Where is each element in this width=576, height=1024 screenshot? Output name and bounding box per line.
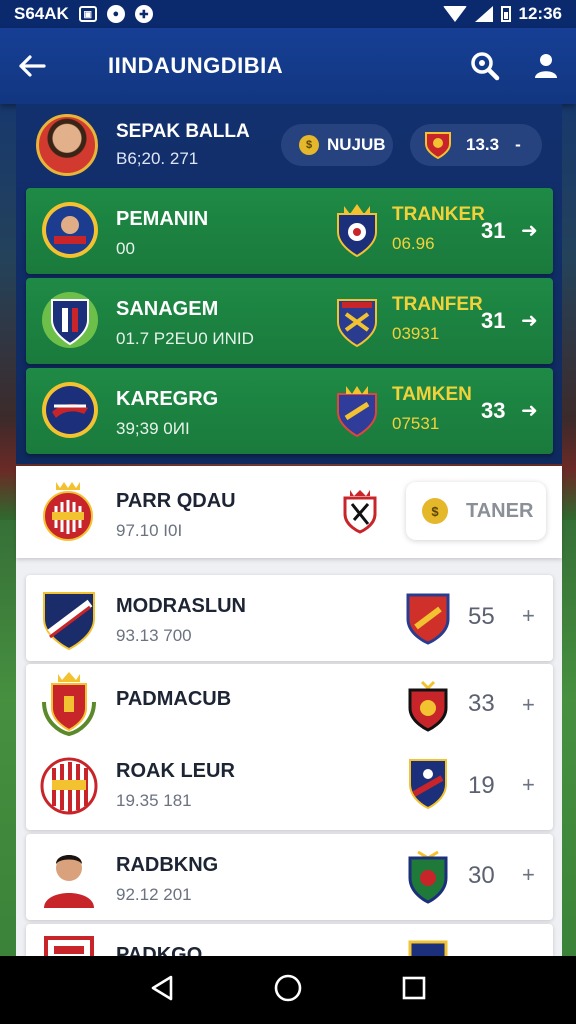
row-score: 31 (481, 218, 506, 243)
row-score: 30 (468, 862, 495, 889)
club-pill-suffix: - (515, 135, 521, 154)
coin-icon: $ (422, 498, 448, 524)
club-pill[interactable]: 13.3 - (410, 124, 542, 166)
row-name: PARR QDAU (116, 490, 236, 512)
profile-name: SEPAK BALLA (116, 121, 250, 142)
gallery-notification-icon: ▣ (78, 6, 97, 22)
list-group: PADMACUB 33 + ROAK LEUR 19.35 181 19 + (26, 664, 553, 830)
system-nav-bar (0, 956, 576, 1024)
player-avatar (36, 114, 98, 176)
row-name: ROAK LEUR (116, 760, 235, 782)
row-add-icon[interactable]: + (522, 862, 535, 888)
status-carrier: S64AK (14, 4, 69, 23)
club-badge-icon (408, 680, 448, 732)
row-name: PADKGO (116, 944, 203, 956)
row-sub: 01.7 P2EU0 ИNID (116, 329, 254, 348)
club-crest-icon (44, 936, 94, 956)
search-icon[interactable] (470, 51, 500, 81)
highlight-row[interactable]: PARR QDAU 97.10 Ι0Ι $ TANER (16, 466, 562, 558)
row-sub: 19.35 181 (116, 791, 192, 810)
nav-home-icon[interactable] (273, 973, 303, 1008)
row-name: RADBKNG (116, 854, 219, 876)
row-score: 31 (481, 308, 506, 333)
status-bar: S64AK ▣ ● ✚ 12:36 (0, 0, 576, 28)
player-crest-icon (42, 202, 98, 258)
row-status-label: TRANFER (392, 294, 483, 315)
list-item[interactable]: RADBKNG 92.12 201 30 + (26, 834, 553, 920)
row-status-label: TRANKER (392, 204, 485, 225)
transfer-row[interactable]: KAREGRG 39;39 0ИI TAMKEN 07531 33 ➜ (26, 368, 553, 454)
cell-signal-icon (474, 6, 493, 22)
club-badge-icon (337, 299, 377, 348)
club-badge-icon (343, 490, 377, 534)
club-badge-icon (408, 940, 448, 956)
chat-notification-icon: ● (106, 5, 125, 23)
row-status-label: TAMKEN (392, 384, 472, 405)
row-name: PEMANIN (116, 208, 209, 230)
transfer-button[interactable]: $ TANER (406, 482, 546, 540)
row-arrow-icon[interactable]: ➜ (521, 218, 538, 243)
club-crest-icon (425, 132, 451, 160)
row-sub: 97.10 Ι0Ι (116, 521, 183, 540)
player-avatar (44, 855, 94, 908)
nav-recents-icon[interactable] (401, 975, 427, 1006)
club-crest-icon (42, 382, 98, 438)
row-sub: 00 (116, 239, 135, 258)
list-item[interactable]: PADMACUB 33 + (26, 664, 553, 740)
list-item[interactable]: ROAK LEUR 19.35 181 19 + (26, 742, 553, 830)
profile-icon[interactable] (534, 53, 558, 79)
row-add-icon[interactable]: + (522, 772, 535, 798)
list-item[interactable]: PADKGO (26, 924, 553, 956)
nav-back-icon[interactable] (149, 974, 175, 1007)
row-name: MODRASLUN (116, 595, 246, 617)
club-crest-icon (42, 672, 96, 736)
coin-pill-label: NUJUB (327, 135, 386, 154)
shield-notification-icon: ✚ (134, 5, 153, 23)
row-name: KAREGRG (116, 388, 219, 410)
row-score: 33 (468, 690, 495, 717)
row-add-icon[interactable]: + (522, 603, 535, 629)
row-status-value: 03931 (392, 324, 440, 343)
club-pill-value: 13.3 (466, 135, 500, 154)
row-status-value: 06.96 (392, 234, 435, 253)
club-badge-icon (406, 593, 450, 645)
row-arrow-icon[interactable]: ➜ (521, 398, 538, 423)
row-score: 19 (468, 772, 495, 799)
row-sub: 39;39 0ИI (116, 419, 190, 438)
club-badge-icon (409, 759, 447, 810)
coin-pill[interactable]: $ NUJUB (281, 124, 393, 166)
back-arrow-icon[interactable] (18, 54, 62, 78)
club-badge-icon (408, 850, 448, 904)
app-bar: IINDAUNGDIBIA (0, 28, 576, 104)
row-sub: 93.13 700 (116, 626, 192, 645)
page-title: IINDAUNGDIBIA (108, 53, 284, 78)
status-time: 12:36 (518, 4, 562, 23)
row-name: SANAGEM (116, 298, 219, 320)
transfer-button-label: TANER (466, 499, 534, 522)
profile-row[interactable]: SEPAK BALLA B6;20. 271 $ NUJUB 13.3 - (16, 104, 562, 186)
row-name: PADMACUB (116, 688, 232, 710)
wifi-icon (442, 6, 467, 22)
row-arrow-icon[interactable]: ➜ (521, 308, 538, 333)
battery-icon (500, 6, 511, 22)
club-badge-icon (337, 204, 377, 258)
club-badge-icon (337, 386, 377, 438)
row-score: 33 (481, 398, 506, 423)
transfer-row[interactable]: PEMANIN 00 TRANKER 06.96 31 ➜ (26, 188, 553, 274)
row-score: 55 (468, 603, 495, 630)
row-add-icon[interactable]: + (522, 692, 535, 718)
row-status-value: 07531 (392, 414, 440, 433)
club-crest-icon (42, 292, 98, 348)
club-crest-icon (43, 482, 93, 541)
club-crest-icon (43, 592, 95, 651)
profile-sub: B6;20. 271 (116, 149, 199, 168)
row-sub: 92.12 201 (116, 885, 192, 904)
list-item[interactable]: MODRASLUN 93.13 700 55 + (26, 575, 553, 661)
club-crest-icon (40, 757, 98, 815)
transfer-row[interactable]: SANAGEM 01.7 P2EU0 ИNID TRANFER 03931 31… (26, 278, 553, 364)
coin-icon: $ (299, 135, 319, 155)
